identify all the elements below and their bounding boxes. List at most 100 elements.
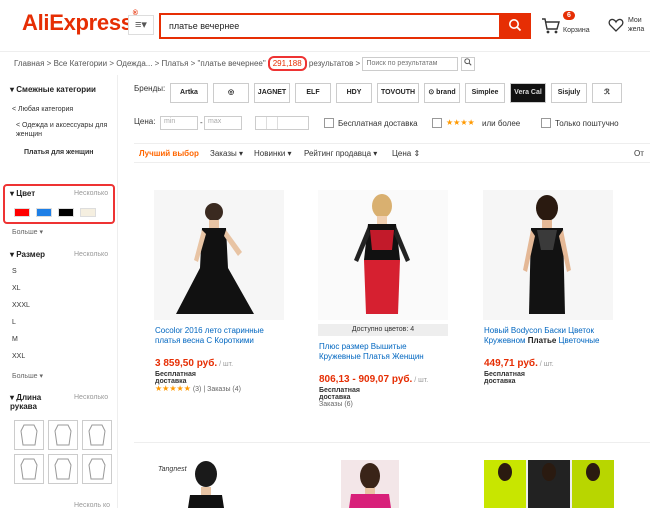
dress-image xyxy=(318,190,448,320)
color-multi-select[interactable]: Несколько xyxy=(74,189,108,198)
product-image[interactable] xyxy=(154,190,284,320)
sleeve-option-icon[interactable] xyxy=(14,420,44,450)
color-swatch[interactable] xyxy=(58,208,74,217)
size-option[interactable]: M xyxy=(12,335,18,344)
sleeve-multi-select[interactable]: Несколько xyxy=(74,393,108,402)
size-option[interactable]: XL xyxy=(12,284,21,293)
dress-image xyxy=(154,190,284,320)
colors-available-badge: Доступно цветов: 4 xyxy=(318,324,448,336)
more-filter-multi[interactable]: Несколь ко xyxy=(74,501,110,510)
single-only-label: Только поштучно xyxy=(555,119,619,128)
sleeve-option-icon[interactable] xyxy=(48,420,78,450)
breadcrumb: Главная > Все Категории > Одежда... > Пл… xyxy=(14,56,475,71)
product-price: 806,13 - 909,07 руб. / шт. xyxy=(319,374,429,385)
product-title[interactable]: Cocolor 2016 лето старинные платья весна… xyxy=(155,326,285,346)
breadcrumb-path[interactable]: Главная > Все Категории > Одежда... > Пл… xyxy=(14,59,266,68)
price-slider[interactable] xyxy=(255,116,309,130)
any-category-link[interactable]: < Любая категория xyxy=(12,105,73,114)
cart-button[interactable]: 6 Корзина xyxy=(541,11,601,41)
color-swatch[interactable] xyxy=(14,208,30,217)
dress-image xyxy=(483,190,613,320)
color-swatch[interactable] xyxy=(36,208,52,217)
heart-icon xyxy=(608,18,624,32)
free-shipping-label: Бесплатная доставка xyxy=(338,119,418,128)
row-divider xyxy=(134,442,650,443)
product-title[interactable]: Новый Bodycon Баски Цветок Кружевном Пла… xyxy=(484,326,614,346)
dress-image xyxy=(341,460,399,508)
sleeve-option-icon[interactable] xyxy=(14,454,44,484)
parent-category-link[interactable]: < Одежда и аксессуары для женщин xyxy=(16,121,114,139)
free-shipping-checkbox[interactable] xyxy=(324,118,334,128)
price-label: Цена: xyxy=(134,117,156,126)
product-image[interactable] xyxy=(341,460,399,508)
brand-logo[interactable]: Simplee xyxy=(465,83,505,103)
dress-image xyxy=(484,460,614,508)
sort-price[interactable]: Цена ⇕ xyxy=(392,149,420,158)
product-shipping: Бесплатная доставка xyxy=(155,371,196,385)
search-within-button[interactable] xyxy=(460,56,475,71)
price-dash: - xyxy=(200,118,203,127)
product-image[interactable] xyxy=(176,460,236,508)
brand-logo[interactable]: ⊙ brand xyxy=(424,83,460,103)
sort-right[interactable]: От xyxy=(634,149,644,158)
product-image[interactable] xyxy=(318,190,448,320)
color-swatch[interactable] xyxy=(80,208,96,217)
rating-checkbox[interactable] xyxy=(432,118,442,128)
sort-best-match[interactable]: Лучший выбор xyxy=(139,149,199,158)
sleeve-option-icon[interactable] xyxy=(82,454,112,484)
size-filter-title: ▾ Размер xyxy=(10,250,46,259)
aliexpress-logo[interactable]: AliExpress® xyxy=(22,10,138,36)
sleeve-option-icon[interactable] xyxy=(48,454,78,484)
sort-bar: Лучший выбор Заказы ▾ Новинки ▾ Рейтинг … xyxy=(134,143,650,163)
brand-logo[interactable]: Vera Cal xyxy=(510,83,546,103)
color-more-link[interactable]: Больше ▾ xyxy=(12,228,43,237)
sleeve-option-icon[interactable] xyxy=(82,420,112,450)
related-categories-title: ▾ Смежные категории xyxy=(10,85,96,94)
search-icon xyxy=(509,19,522,32)
wishlist-label-1: Мои xyxy=(628,17,642,24)
product-price: 449,71 руб. / шт. xyxy=(484,358,554,369)
brand-logo[interactable]: Sisjuly xyxy=(551,83,587,103)
size-option[interactable]: XXL xyxy=(12,352,25,361)
brand-logo[interactable]: ℛ xyxy=(592,83,622,103)
brand-logo[interactable]: HDY xyxy=(336,83,372,103)
single-only-checkbox[interactable] xyxy=(541,118,551,128)
sort-newest[interactable]: Новинки ▾ xyxy=(254,149,292,158)
product-title[interactable]: Плюс размер Вышитые Кружевные Платья Жен… xyxy=(319,342,449,362)
price-max-input[interactable]: max xyxy=(204,116,242,130)
product-image[interactable] xyxy=(483,190,613,320)
search-icon xyxy=(464,58,472,66)
cart-label: Корзина xyxy=(563,27,590,34)
price-min-input[interactable]: min xyxy=(160,116,198,130)
brand-logo[interactable]: TOVOUTH xyxy=(377,83,419,103)
results-count: 291,188 xyxy=(267,56,307,71)
search-input[interactable]: платье вечернее xyxy=(159,13,499,39)
header: AliExpress® ≡▾ платье вечернее 6 Корзина… xyxy=(0,0,650,52)
product-rating: ★★★★★ (3) | Заказы (4) xyxy=(155,384,241,393)
sleeve-filter-title: ▾ Длина рукава xyxy=(10,393,42,411)
size-option[interactable]: XXXL xyxy=(12,301,30,310)
current-category[interactable]: Платья для женщин xyxy=(24,148,104,157)
size-multi-select[interactable]: Несколько xyxy=(74,250,108,259)
product-image[interactable] xyxy=(484,460,614,508)
brand-logo[interactable]: JAGNET xyxy=(254,83,290,103)
cart-count-badge: 6 xyxy=(563,11,575,20)
product-shipping: Бесплатная доставка xyxy=(484,371,525,385)
product-shipping: Бесплатная доставка xyxy=(319,387,360,401)
sort-orders[interactable]: Заказы ▾ xyxy=(210,149,243,158)
color-filter-title: ▾ Цвет xyxy=(10,189,36,198)
brand-logo[interactable]: ELF SACK xyxy=(295,83,331,103)
brand-logo[interactable]: Artka xyxy=(170,83,208,103)
search-within-input[interactable] xyxy=(362,56,459,71)
wishlist-button[interactable]: Мои жела xyxy=(608,14,650,42)
category-menu-button[interactable]: ≡▾ xyxy=(128,15,154,35)
size-more-link[interactable]: Больше ▾ xyxy=(12,372,43,381)
size-option[interactable]: L xyxy=(12,318,16,327)
search-button[interactable] xyxy=(499,13,531,39)
results-suffix: результатов > xyxy=(306,59,361,68)
size-option[interactable]: S xyxy=(12,267,17,276)
dress-image xyxy=(188,461,224,508)
brand-logo[interactable]: ◎ xyxy=(213,83,249,103)
sort-seller-rating[interactable]: Рейтинг продавца ▾ xyxy=(304,149,377,158)
product-price: 3 859,50 руб. / шт. xyxy=(155,358,234,369)
